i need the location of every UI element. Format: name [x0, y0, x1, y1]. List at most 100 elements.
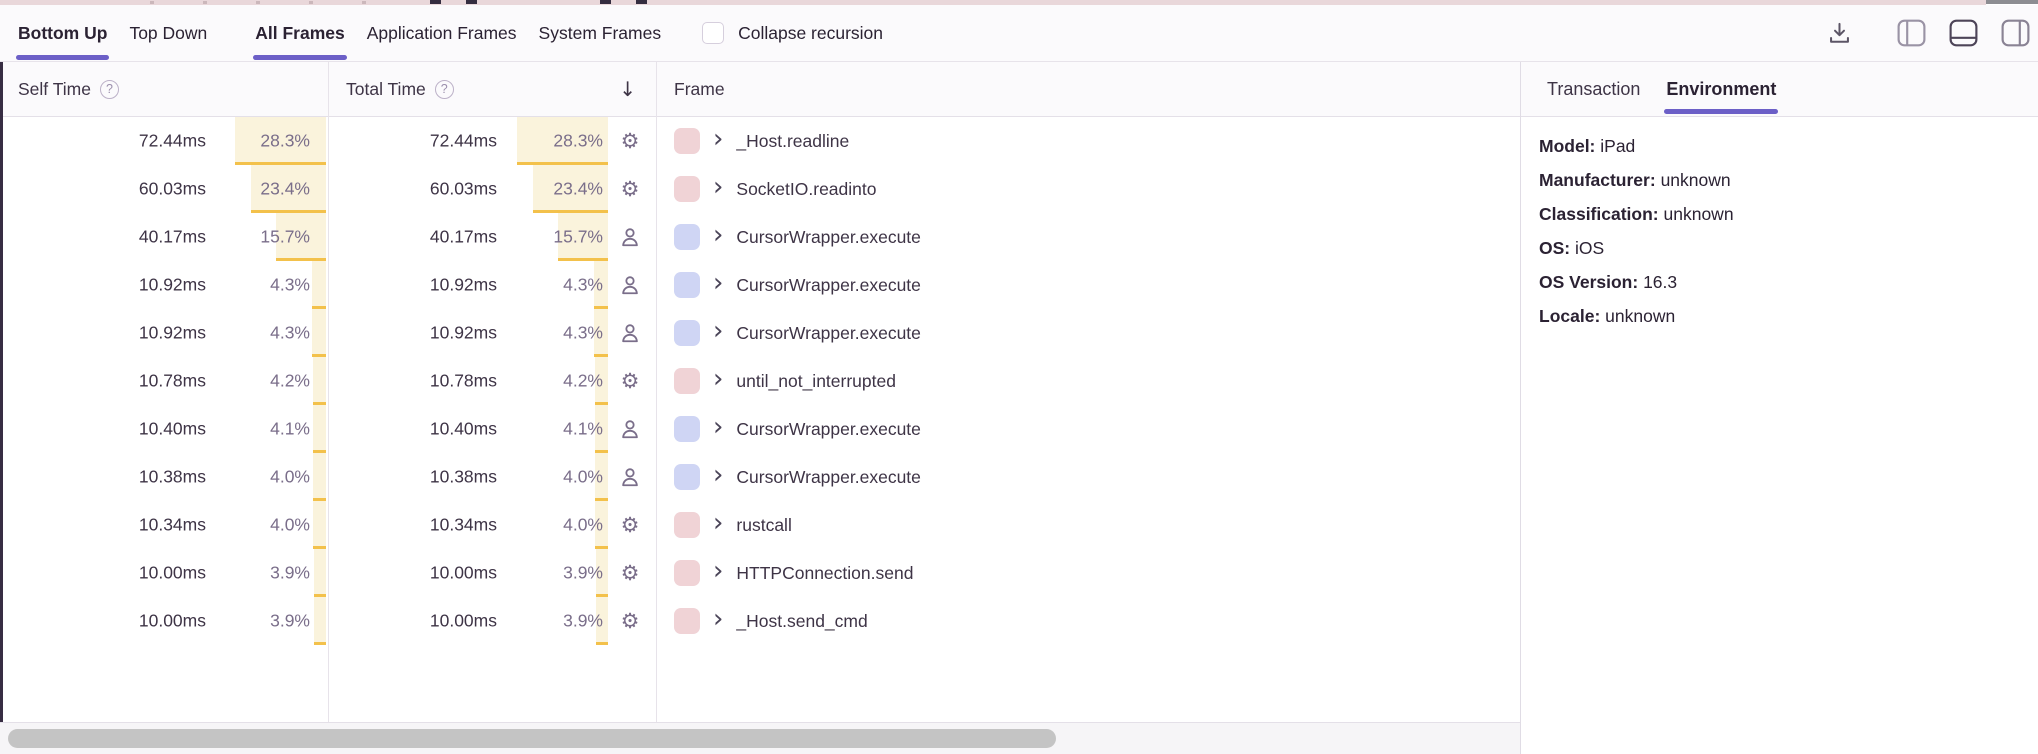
- frame-cell[interactable]: › SocketIO.readinto: [656, 165, 1520, 213]
- table-row[interactable]: 40.17ms 15.7% 40.17ms 15.7% ⚙ › CursorWr…: [0, 213, 1520, 261]
- total-time-value: 10.00ms: [430, 611, 497, 632]
- frame-type-icon: ⚙: [618, 609, 642, 633]
- total-time-value: 72.44ms: [430, 131, 497, 152]
- expand-chevron-icon[interactable]: ›: [713, 270, 723, 296]
- frame-color-chip: [674, 320, 700, 346]
- collapse-recursion-group: Collapse recursion: [702, 22, 883, 44]
- self-pct-bar: [312, 309, 326, 354]
- self-time-label: Self Time: [18, 79, 91, 100]
- table-row[interactable]: 10.92ms 4.3% 10.92ms 4.3% ⚙ › CursorWrap…: [0, 261, 1520, 309]
- expand-chevron-icon[interactable]: ›: [713, 510, 723, 536]
- total-time-cell: 10.92ms 4.3% ⚙: [328, 309, 656, 357]
- details-tab[interactable]: Environment: [1653, 62, 1789, 116]
- total-time-cell: 60.03ms 23.4% ⚙: [328, 165, 656, 213]
- self-time-cell: 10.40ms 4.1%: [0, 405, 328, 453]
- table-row[interactable]: 10.92ms 4.3% 10.92ms 4.3% ⚙ › CursorWrap…: [0, 309, 1520, 357]
- self-pct-bar: [313, 501, 326, 546]
- table-row[interactable]: 72.44ms 28.3% 72.44ms 28.3% ⚙ › _Host.re…: [0, 117, 1520, 165]
- self-time-column-header[interactable]: Self Time ?: [0, 62, 328, 116]
- expand-chevron-icon[interactable]: ›: [713, 366, 723, 392]
- expand-chevron-icon[interactable]: ›: [713, 126, 723, 152]
- user-icon: [619, 226, 641, 248]
- self-time-value: 10.40ms: [139, 419, 206, 440]
- total-time-value: 10.40ms: [430, 419, 497, 440]
- toolbar-tab[interactable]: All Frames: [244, 5, 355, 61]
- frame-cell[interactable]: › HTTPConnection.send: [656, 549, 1520, 597]
- frame-label: Frame: [674, 79, 725, 100]
- toolbar-tab[interactable]: Bottom Up: [7, 5, 118, 61]
- environment-field: Model: iPad: [1539, 129, 2018, 163]
- expand-chevron-icon[interactable]: ›: [713, 318, 723, 344]
- total-pct-value: 3.9%: [563, 611, 603, 632]
- sort-desc-icon[interactable]: ↓: [619, 77, 636, 101]
- environment-field-label: OS Version:: [1539, 272, 1638, 292]
- total-time-value: 10.78ms: [430, 371, 497, 392]
- frame-column-header[interactable]: Frame: [656, 62, 1520, 116]
- frame-cell[interactable]: › CursorWrapper.execute: [656, 405, 1520, 453]
- table-row[interactable]: 10.78ms 4.2% 10.78ms 4.2% ⚙ › until_not_…: [0, 357, 1520, 405]
- horizontal-scrollbar-track[interactable]: [0, 723, 1520, 754]
- toolbar-tab[interactable]: System Frames: [528, 5, 673, 61]
- self-pct-value: 4.2%: [270, 371, 310, 392]
- panel-left-icon[interactable]: [1897, 19, 1926, 47]
- frame-color-chip: [674, 176, 700, 202]
- expand-chevron-icon[interactable]: ›: [713, 606, 723, 632]
- details-tab[interactable]: Transaction: [1534, 62, 1653, 116]
- toolbar-tab[interactable]: Top Down: [118, 5, 218, 61]
- frame-name: _Host.send_cmd: [736, 611, 867, 632]
- expand-chevron-icon[interactable]: ›: [713, 414, 723, 440]
- frame-cell[interactable]: › rustcall: [656, 501, 1520, 549]
- gear-icon: ⚙: [621, 611, 640, 632]
- frame-color-chip: [674, 560, 700, 586]
- frame-type-icon: ⚙: [618, 417, 642, 441]
- environment-field-value: iOS: [1575, 238, 1604, 258]
- collapse-recursion-label[interactable]: Collapse recursion: [738, 23, 883, 44]
- gear-icon: ⚙: [621, 515, 640, 536]
- frame-name: until_not_interrupted: [736, 371, 896, 392]
- frame-cell[interactable]: › _Host.send_cmd: [656, 597, 1520, 645]
- panel-right-icon[interactable]: [2001, 19, 2030, 47]
- self-pct-value: 28.3%: [260, 131, 310, 152]
- expand-chevron-icon[interactable]: ›: [713, 174, 723, 200]
- total-time-cell: 10.34ms 4.0% ⚙: [328, 501, 656, 549]
- user-icon: [619, 322, 641, 344]
- environment-field-label: OS:: [1539, 238, 1570, 258]
- table-row[interactable]: 10.40ms 4.1% 10.40ms 4.1% ⚙ › CursorWrap…: [0, 405, 1520, 453]
- table-row[interactable]: 10.00ms 3.9% 10.00ms 3.9% ⚙ › HTTPConnec…: [0, 549, 1520, 597]
- self-pct-value: 4.3%: [270, 323, 310, 344]
- frame-type-icon: ⚙: [618, 465, 642, 489]
- horizontal-scrollbar-thumb[interactable]: [8, 729, 1056, 748]
- table-row[interactable]: 10.38ms 4.0% 10.38ms 4.0% ⚙ › CursorWrap…: [0, 453, 1520, 501]
- expand-chevron-icon[interactable]: ›: [713, 558, 723, 584]
- frame-cell[interactable]: › until_not_interrupted: [656, 357, 1520, 405]
- frame-cell[interactable]: › CursorWrapper.execute: [656, 453, 1520, 501]
- table-row[interactable]: 10.34ms 4.0% 10.34ms 4.0% ⚙ › rustcall: [0, 501, 1520, 549]
- collapse-recursion-checkbox[interactable]: [702, 22, 724, 44]
- toolbar-tab[interactable]: Application Frames: [356, 5, 528, 61]
- expand-chevron-icon[interactable]: ›: [713, 462, 723, 488]
- user-icon: [619, 274, 641, 296]
- total-pct-value: 28.3%: [553, 131, 603, 152]
- table-row[interactable]: 10.00ms 3.9% 10.00ms 3.9% ⚙ › _Host.send…: [0, 597, 1520, 645]
- environment-field: Classification: unknown: [1539, 197, 2018, 231]
- frame-cell[interactable]: › CursorWrapper.execute: [656, 261, 1520, 309]
- table-row[interactable]: 60.03ms 23.4% 60.03ms 23.4% ⚙ › SocketIO…: [0, 165, 1520, 213]
- total-time-cell: 72.44ms 28.3% ⚙: [328, 117, 656, 165]
- frame-cell[interactable]: › CursorWrapper.execute: [656, 213, 1520, 261]
- frame-type-icon: ⚙: [618, 321, 642, 345]
- total-pct-bar-edge: [596, 642, 608, 645]
- expand-chevron-icon[interactable]: ›: [713, 222, 723, 248]
- details-tab-label: Transaction: [1547, 79, 1640, 100]
- self-time-cell: 40.17ms 15.7%: [0, 213, 328, 261]
- panel-bottom-icon[interactable]: [1949, 19, 1978, 47]
- help-icon[interactable]: ?: [100, 80, 119, 99]
- details-panel: Transaction Environment Model: iPad Manu…: [1520, 62, 2038, 754]
- frame-type-icon: ⚙: [618, 369, 642, 393]
- frame-name: rustcall: [736, 515, 791, 536]
- help-icon[interactable]: ?: [435, 80, 454, 99]
- environment-field: Locale: unknown: [1539, 299, 2018, 333]
- total-time-column-header[interactable]: Total Time ? ↓: [328, 62, 656, 116]
- frame-cell[interactable]: › CursorWrapper.execute: [656, 309, 1520, 357]
- frame-cell[interactable]: › _Host.readline: [656, 117, 1520, 165]
- download-icon[interactable]: [1826, 20, 1853, 47]
